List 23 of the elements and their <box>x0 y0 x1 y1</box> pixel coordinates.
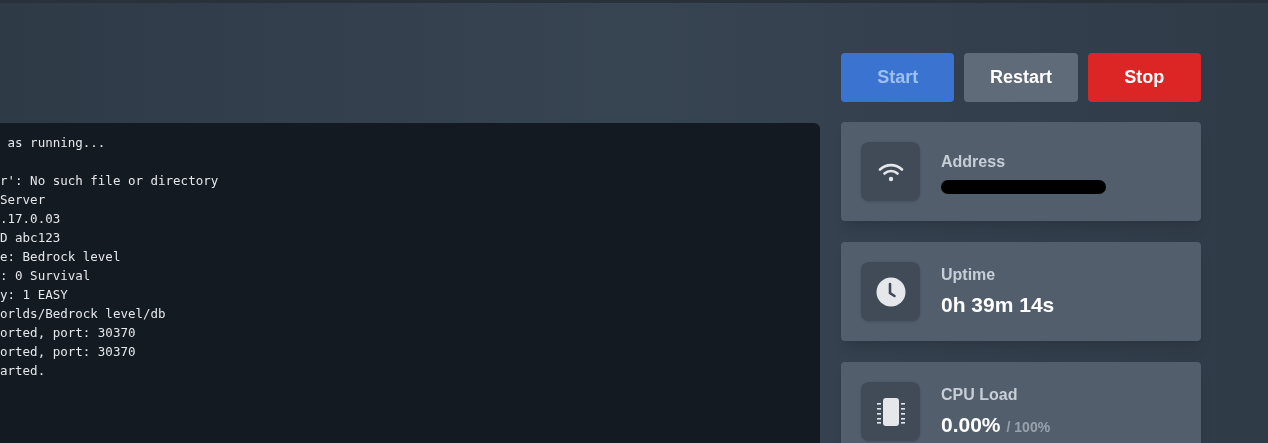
console-line: orlds/Bedrock level/db <box>0 305 166 323</box>
console-line: r': No such file or directory <box>0 172 219 190</box>
stat-value: 0.00% <box>941 411 1001 438</box>
console-line: : 0 Survival <box>0 267 91 285</box>
console-line: Server <box>0 191 46 209</box>
stat-value: 0h 39m 14s <box>941 291 1055 318</box>
stat-limit: / 100% <box>1006 417 1051 437</box>
restart-button[interactable]: Restart <box>964 53 1078 102</box>
console-line: y: 1 EASY <box>0 286 68 304</box>
console-line: orted, port: 30370 <box>0 324 136 342</box>
stop-button[interactable]: Stop <box>1087 53 1201 102</box>
console-line: as running... <box>6 134 106 152</box>
console-line: orted, port: 30370 <box>0 343 136 361</box>
console-line: arted. <box>0 362 46 380</box>
stat-label: CPU Load <box>941 384 1019 405</box>
stat-label: Address <box>941 151 1007 172</box>
wifi-icon <box>877 161 904 182</box>
clock-icon <box>875 276 906 307</box>
console-line: e: Bedrock level <box>0 248 121 266</box>
console-line: D abc123 <box>0 229 61 247</box>
console-line: .17.0.03 <box>0 210 61 228</box>
stat-label: Uptime <box>941 264 997 285</box>
chip-icon <box>875 395 906 428</box>
